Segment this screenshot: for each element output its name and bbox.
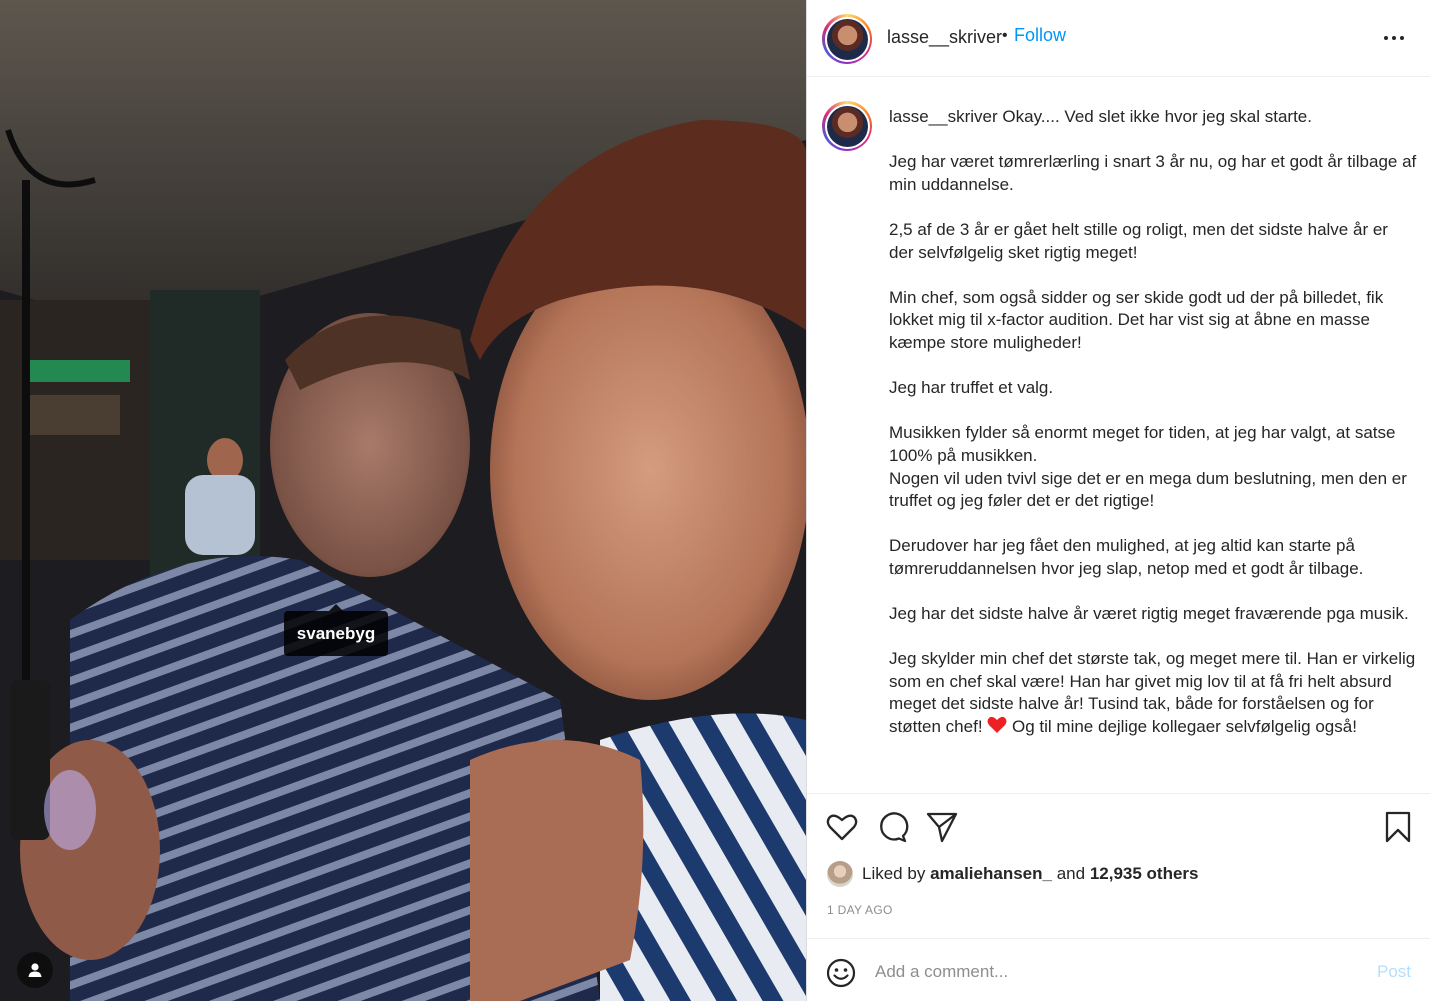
follow-button[interactable]: Follow [1014, 25, 1066, 46]
post-header: lasse__skriver • Follow [807, 0, 1430, 77]
comment-bar: Post [807, 938, 1430, 1001]
tagged-users-button[interactable] [17, 952, 53, 988]
user-tag-label: svanebyg [296, 623, 376, 643]
liker-username[interactable]: amaliehansen_ [930, 864, 1052, 884]
caption-scroll-area[interactable]: lasse__skriver Okay.... Ved slet ikke hv… [807, 78, 1430, 794]
likes-joiner: and [1056, 864, 1086, 883]
person-icon [28, 963, 42, 977]
more-options-icon[interactable] [1384, 30, 1408, 46]
action-bar [807, 808, 1430, 848]
caption-paragraph: Nogen vil uden tvivl sige det er en mega… [889, 468, 1407, 511]
comment-input[interactable] [875, 957, 1345, 987]
bookmark-icon[interactable] [1381, 810, 1415, 844]
caption-paragraph: Min chef, som også sidder og ser skide g… [889, 287, 1384, 352]
caption-colleagues-text: Og til mine dejlige kollegaer selvfølgel… [1012, 717, 1357, 737]
post-comment-button[interactable]: Post [1377, 962, 1411, 982]
post-timestamp[interactable]: 1 DAY AGO [827, 903, 893, 917]
paper-plane-icon[interactable] [925, 810, 959, 844]
caption-paragraph: Jeg har været tømrerlærling i snart 3 år… [889, 152, 1417, 194]
separator-dot: • [1002, 27, 1008, 44]
likes-summary: Liked by amaliehansen_ and 12,935 others [827, 860, 1199, 888]
emoji-picker-icon[interactable] [825, 957, 857, 989]
post-photo[interactable]: svanebyg [0, 0, 806, 1001]
user-tag-bubble[interactable]: svanebyg [284, 604, 388, 656]
caption-paragraph-last: Jeg skylder min chef det største tak, og… [889, 648, 1417, 738]
liker-avatar[interactable] [827, 861, 853, 887]
caption-text: lasse__skriver Okay.... Ved slet ikke hv… [889, 106, 1417, 761]
comment-bubble-icon[interactable] [875, 810, 909, 844]
author-username[interactable]: lasse__skriver [887, 27, 1002, 48]
caption-paragraph: Musikken fylder så enormt meget for tide… [889, 423, 1396, 465]
heart-outline-icon[interactable] [825, 810, 859, 844]
caption-paragraph: 2,5 af de 3 år er gået helt stille og ro… [889, 219, 1388, 262]
photo-scene [0, 0, 806, 1001]
red-heart-emoji-icon [987, 716, 1007, 734]
caption-username[interactable]: lasse__skriver [889, 107, 998, 126]
likes-others-link[interactable]: 12,935 others [1090, 864, 1199, 884]
caption-paragraph: Jeg har truffet et valg. [889, 378, 1054, 398]
caption-paragraph: Derudover har jeg fået den mulighed, at … [889, 536, 1364, 578]
author-avatar[interactable] [822, 14, 872, 64]
caption-author-avatar[interactable] [822, 101, 872, 151]
caption-paragraph: Jeg har det sidste halve år været rigtig… [889, 604, 1409, 624]
likes-prefix: Liked by [862, 864, 926, 883]
caption-first-line: Okay.... Ved slet ikke hvor jeg skal sta… [1002, 107, 1312, 126]
post-side-panel: lasse__skriver • Follow lasse__skriver O… [806, 0, 1430, 1001]
